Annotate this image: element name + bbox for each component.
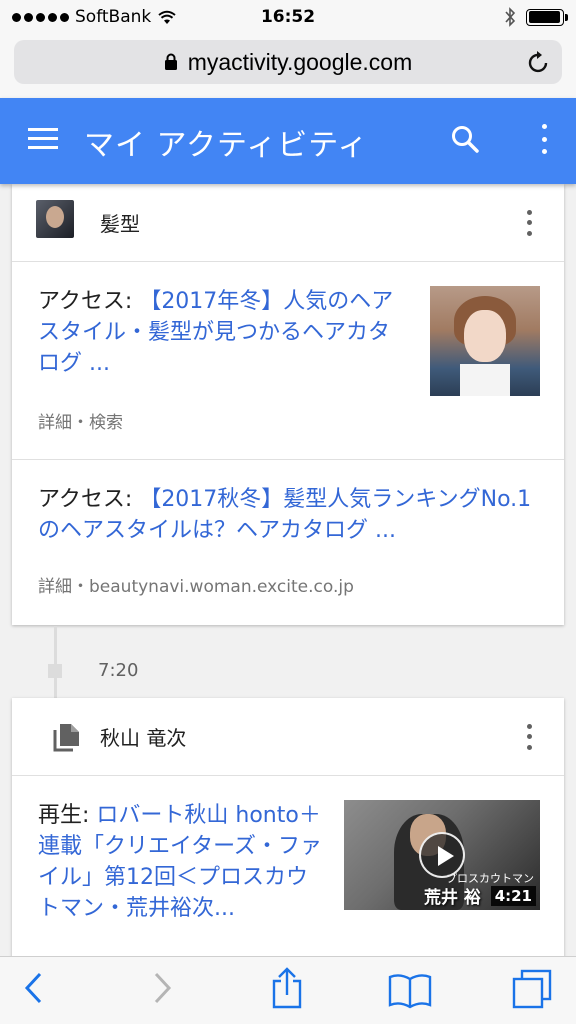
item-text-line: 再生: ロバート秋山 honto＋連載「クリエイターズ・ファイル」第12回＜プロ… (38, 800, 328, 924)
activity-card: 髪型 アクセス: 【2017年冬】人気のヘアスタイル・髪型が見つかるヘアカタログ… (12, 184, 564, 625)
url-text: myactivity.google.com (187, 48, 413, 75)
activity-item[interactable]: アクセス: 【2017年冬】人気のヘアスタイル・髪型が見つかるヘアカタログ ..… (12, 262, 564, 460)
item-meta[interactable]: 詳細・検索 (38, 408, 123, 433)
bluetooth-icon (505, 7, 516, 27)
video-duration: 4:21 (490, 886, 536, 906)
item-text-line: アクセス: 【2017年冬】人気のヘアスタイル・髪型が見つかるヘアカタログ ..… (38, 286, 408, 379)
more-vert-icon[interactable] (536, 124, 552, 154)
play-icon[interactable] (419, 832, 465, 878)
timeline-time: 7:20 (98, 660, 139, 681)
item-thumbnail[interactable] (430, 286, 540, 396)
activity-card: 秋山 竜次 再生: ロバート秋山 honto＋連載「クリエイターズ・ファイル」第… (12, 698, 564, 956)
item-prefix: アクセス: (38, 487, 140, 512)
carrier-label: SoftBank (75, 7, 152, 27)
url-field[interactable]: myactivity.google.com (14, 40, 562, 84)
topic-thumbnail (36, 200, 74, 238)
card-header-title: 髪型 (100, 212, 140, 236)
battery-icon (526, 8, 568, 26)
card-header-title: 秋山 竜次 (100, 726, 187, 750)
status-right (504, 7, 568, 27)
wifi-icon (158, 10, 176, 24)
lock-icon (164, 53, 177, 70)
thumb-name: 荒井 裕 (424, 888, 481, 908)
reload-icon[interactable] (528, 50, 550, 74)
item-text-line: アクセス: 【2017秋冬】髪型人気ランキングNo.1のヘアスタイルは？ヘアカタ… (38, 484, 538, 546)
menu-icon[interactable] (28, 128, 58, 152)
video-thumbnail[interactable]: プロスカウトマン 荒井 裕 4:21 (344, 800, 540, 910)
item-prefix: 再生: (38, 803, 97, 828)
item-prefix: アクセス: (38, 289, 140, 314)
card-more-icon[interactable] (526, 723, 532, 750)
forward-icon[interactable] (150, 971, 174, 1005)
card-header: 髪型 (12, 184, 564, 262)
activity-feed: 髪型 アクセス: 【2017年冬】人気のヘアスタイル・髪型が見つかるヘアカタログ… (0, 184, 576, 956)
battery-level (528, 11, 560, 23)
app-bar: マイ アクティビティ (0, 98, 576, 184)
activity-item[interactable]: アクセス: 【2017秋冬】髪型人気ランキングNo.1のヘアスタイルは？ヘアカタ… (12, 460, 564, 625)
browser-url-area: myactivity.google.com (0, 34, 576, 98)
item-meta[interactable]: 詳細・beautynavi.woman.excite.co.jp (38, 572, 354, 597)
share-icon[interactable] (270, 967, 304, 1009)
tabs-icon[interactable] (512, 969, 552, 1009)
status-bar: SoftBank 16:52 (0, 0, 576, 34)
document-icon (53, 724, 79, 752)
page-title: マイ アクティビティ (84, 128, 369, 163)
back-icon[interactable] (22, 971, 46, 1005)
timeline-node (48, 664, 62, 678)
card-header: 秋山 竜次 (12, 698, 564, 776)
bookmarks-icon[interactable] (388, 971, 432, 1009)
browser-toolbar (0, 956, 576, 1024)
search-icon[interactable] (450, 124, 480, 154)
card-more-icon[interactable] (526, 209, 532, 236)
signal-icon (12, 12, 69, 22)
status-left: SoftBank (12, 7, 177, 27)
activity-item[interactable]: 再生: ロバート秋山 honto＋連載「クリエイターズ・ファイル」第12回＜プロ… (12, 776, 564, 956)
